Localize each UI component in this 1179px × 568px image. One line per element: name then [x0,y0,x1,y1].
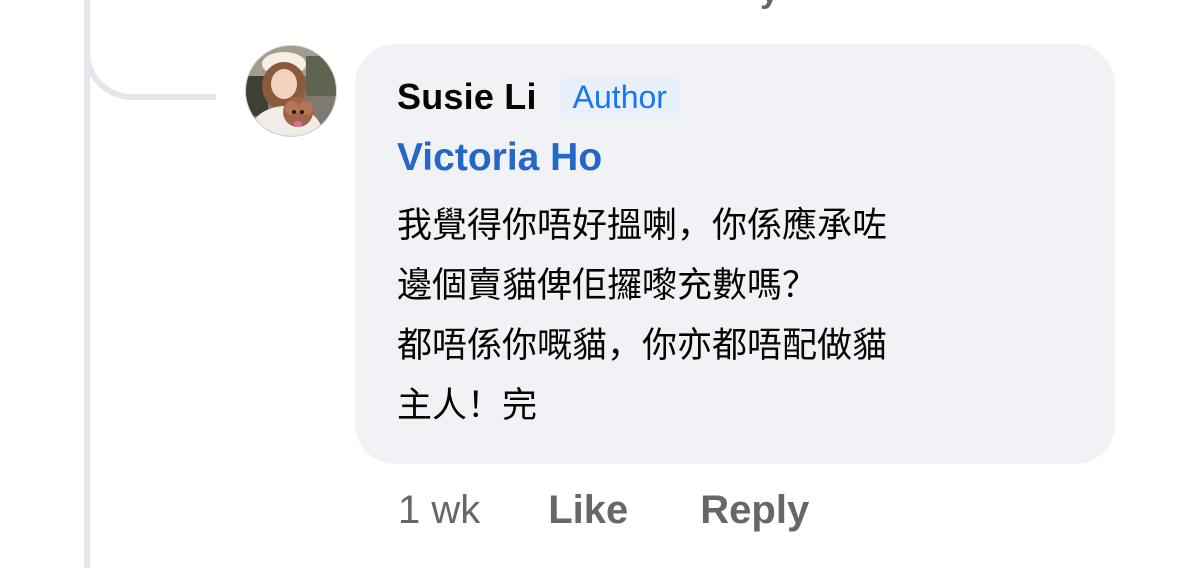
comment-header: Susie Li Author [397,76,681,118]
comment-text: 我覺得你唔好搵喇，你係應承咗 邊個賣貓俾佢攞嚟充數嗎？ 都唔係你嘅貓，你亦都唔配… [397,196,1097,436]
previous-reply-label-clipped: y [760,0,779,11]
thread-line [84,0,90,568]
reply-button[interactable]: Reply [700,488,809,533]
timestamp[interactable]: 1 wk [398,488,480,533]
avatar[interactable] [245,45,337,137]
author-badge: Author [558,76,681,118]
author-name[interactable]: Susie Li [397,76,537,118]
comment-text-line: 都唔係你嘅貓，你亦都唔配做貓 [397,326,888,366]
mention-link[interactable]: Victoria Ho [397,136,602,180]
comment-text-line: 主人！完 [397,386,538,426]
comment-actions: 1 wk Like Reply [398,488,809,533]
comment-text-line: 我覺得你唔好搵喇，你係應承咗 [397,206,888,246]
comment-text-line: 邊個賣貓俾佢攞嚟充數嗎？ [397,266,818,306]
like-button[interactable]: Like [548,488,628,533]
thread-elbow-connector [84,0,216,100]
profile-photo-icon [246,46,336,136]
